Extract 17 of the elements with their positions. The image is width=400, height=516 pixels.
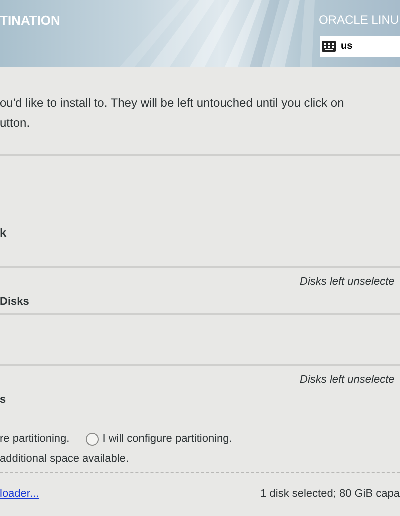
section-heading: s [0, 394, 6, 406]
section-note: Disks left unselecte [300, 374, 395, 386]
section-heading: k [0, 225, 7, 242]
radio-label[interactable]: I will configure partitioning. [102, 430, 232, 448]
product-name: ORACLE LINU [319, 12, 400, 29]
partitioning-option-text: re partitioning. [0, 432, 70, 447]
keyboard-icon [322, 41, 336, 52]
section-note: Disks left unselecte [300, 276, 395, 288]
page-title: TINATION [0, 12, 60, 30]
radio-button[interactable] [86, 432, 99, 446]
boot-loader-link[interactable]: loader... [0, 486, 40, 502]
intro-text: utton. [0, 115, 32, 132]
section-heading: Disks [0, 296, 30, 308]
intro-text: ou'd like to install to. They will be left untouched until you click on [0, 95, 346, 112]
keyboard-layout-field[interactable]: us [320, 36, 400, 57]
space-option-text: additional space available. [0, 452, 130, 467]
disk-summary: 1 disk selected; 80 GiB capa [260, 487, 400, 502]
